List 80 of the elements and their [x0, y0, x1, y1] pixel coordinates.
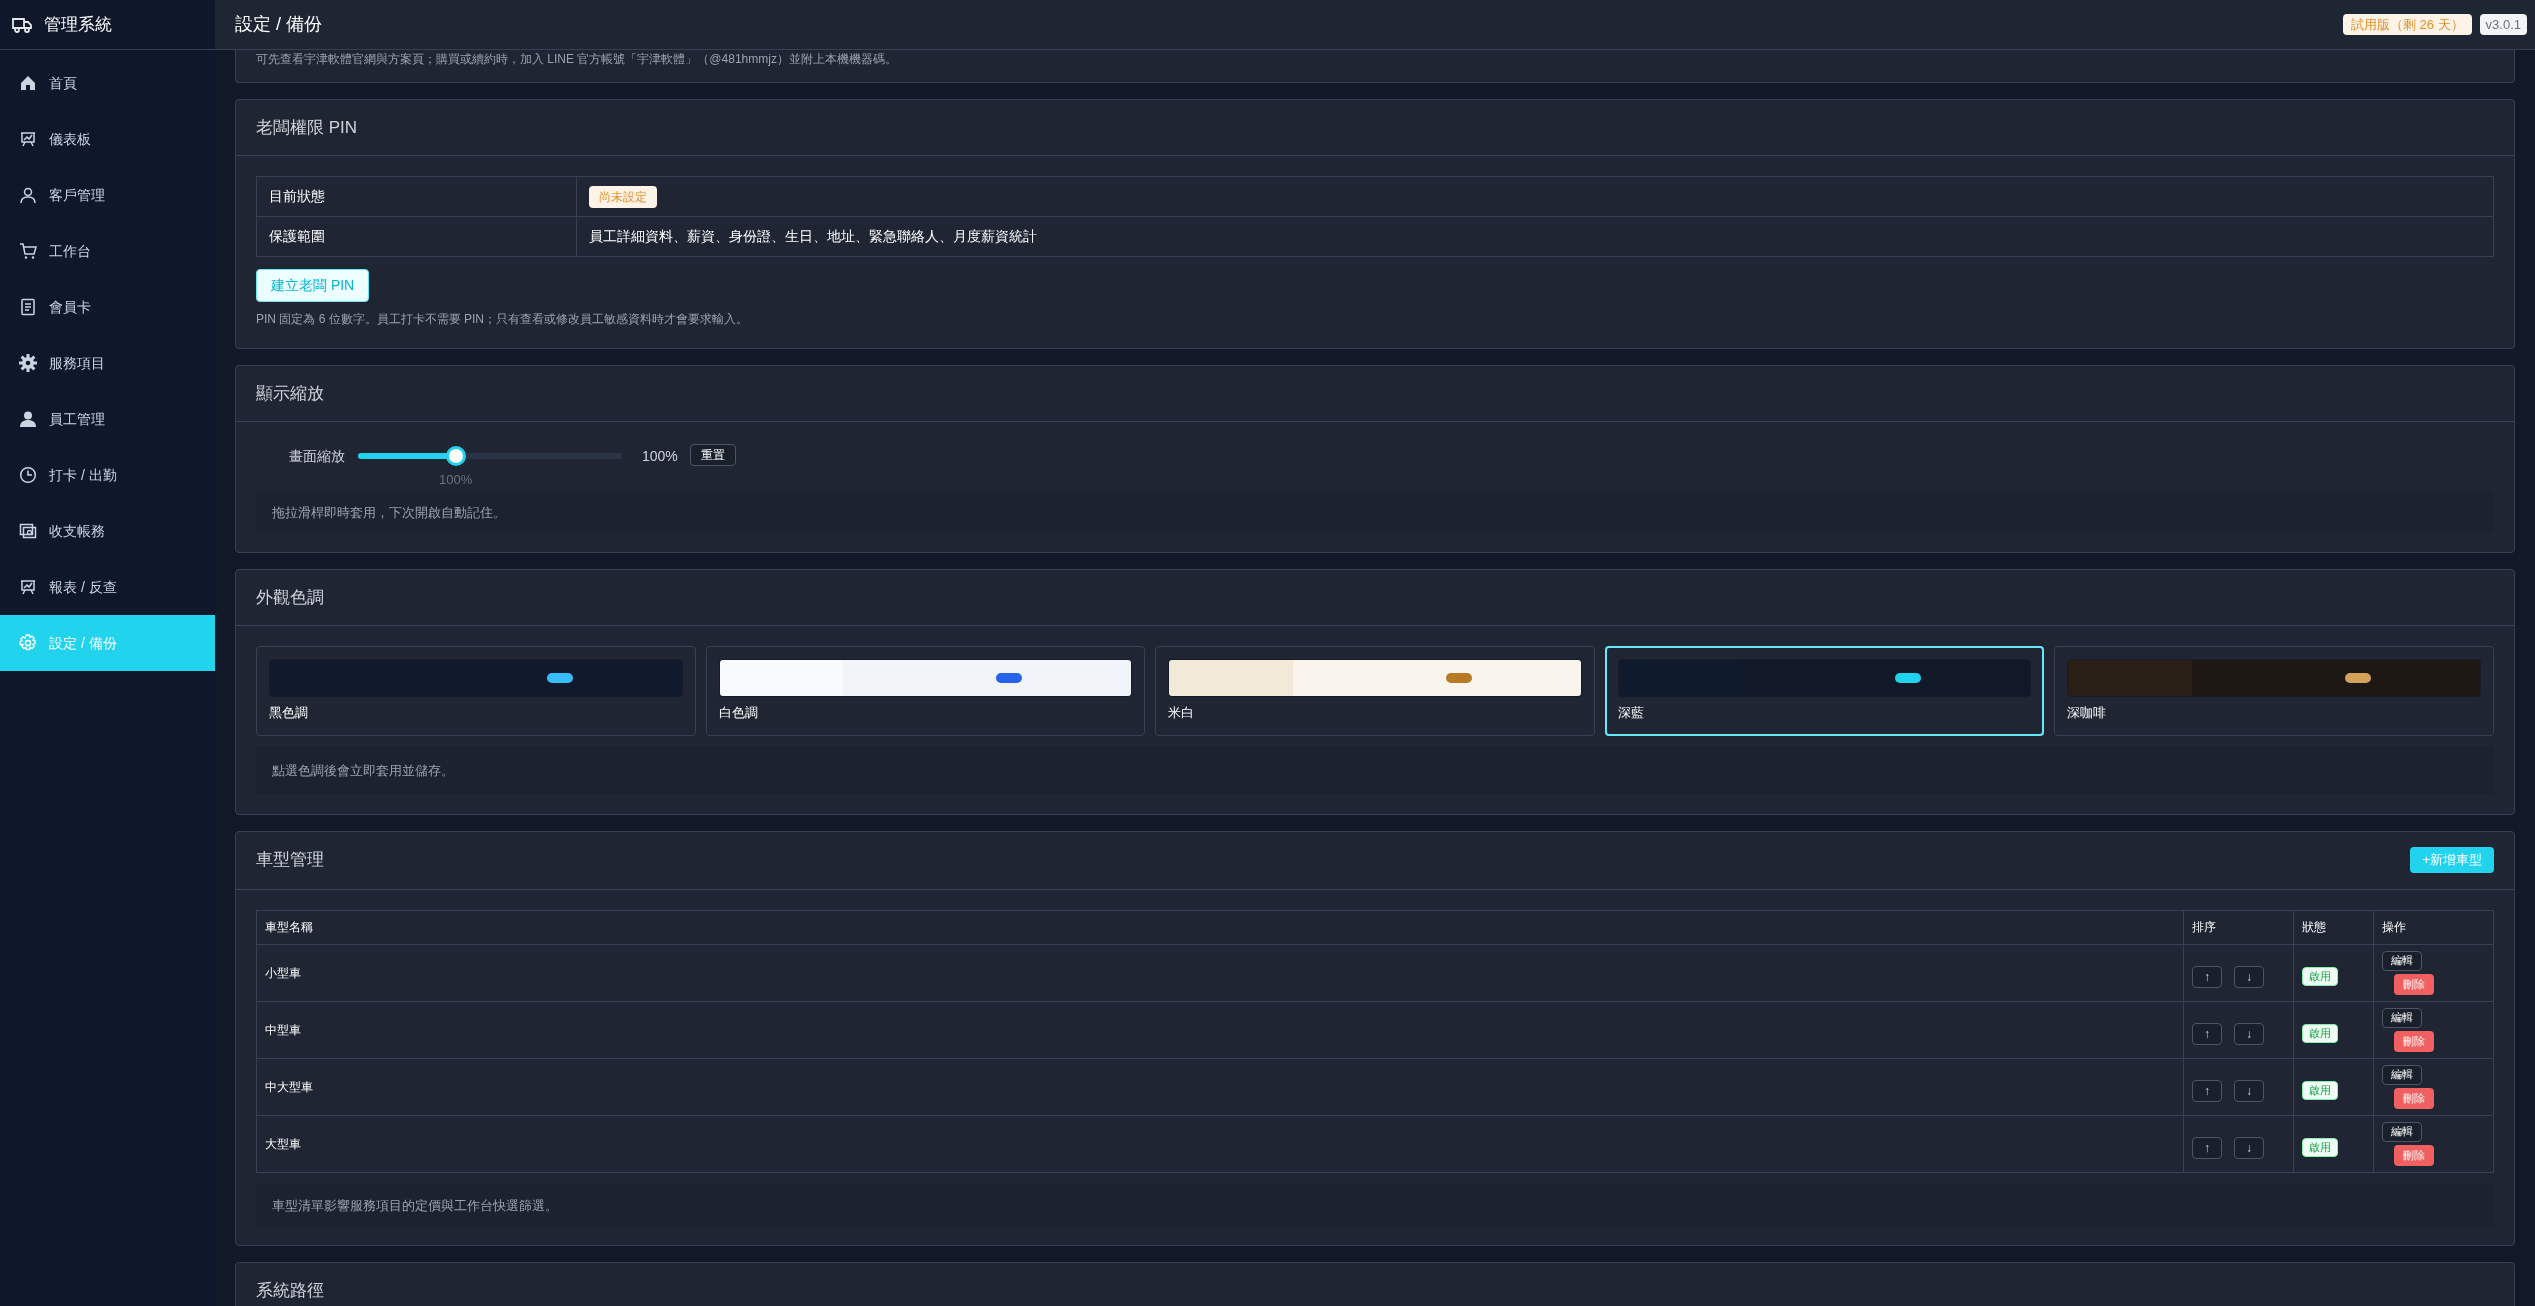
table-cell: 目前狀態 [256, 176, 577, 217]
theme-option[interactable]: 白色調 [705, 646, 1146, 736]
move-up-button[interactable]: ↑ [2192, 1022, 2222, 1045]
table-cell: 中大型車 [256, 1058, 2184, 1115]
app-title: 管理系統 [44, 13, 112, 36]
move-down-button[interactable]: ↓ [2234, 965, 2264, 988]
settings-icon [19, 634, 37, 652]
presentation-board-icon [19, 578, 37, 596]
pin-note: PIN 固定為 6 位數字。員工打卡不需要 PIN；只有查看或修改員工敏感資料時才會要求輸入。 [256, 311, 750, 328]
status-badge: 啟用 [2302, 1081, 2338, 1100]
license-note: 可先查看宇津軟體官網與方案頁；購買或續約時，加入 LINE 官方帳號「宇津軟體」（@481hmmjz）並附上本機機器碼。 [256, 51, 898, 68]
move-up-button[interactable]: ↑ [2192, 965, 2222, 988]
move-down-button[interactable]: ↓ [2234, 1022, 2264, 1045]
vehicle-note: 車型清單影響服務項目的定價與工作台快選篩選。 [272, 1197, 558, 1213]
page-title: 設定 / 備份 [235, 13, 322, 36]
sidebar-item[interactable]: 員工管理 [0, 391, 215, 447]
sidebar-item[interactable]: 會員卡 [0, 279, 215, 335]
move-up-button[interactable]: ↑ [2192, 1079, 2222, 1102]
status-badge: 啟用 [2302, 967, 2338, 986]
table-cell: 小型車 [256, 944, 2184, 1001]
status-badge: 啟用 [2302, 1024, 2338, 1043]
clock-icon [19, 466, 37, 484]
table-cell: 保護範圍 [256, 216, 577, 257]
money-icon [19, 522, 37, 540]
sidebar-item[interactable]: 儀表板 [0, 111, 215, 167]
edit-button[interactable]: 編輯 [2382, 1007, 2422, 1028]
card-title: 外觀色調 [256, 586, 324, 609]
zoom-label: 畫面縮放 [289, 447, 345, 466]
user-icon [19, 186, 37, 204]
move-down-button[interactable]: ↓ [2234, 1079, 2264, 1102]
theme-name: 黑色調 [269, 704, 309, 722]
move-down-button[interactable]: ↓ [2234, 1136, 2264, 1159]
sidebar-item[interactable]: 打卡 / 出勤 [0, 447, 215, 503]
edit-button[interactable]: 編輯 [2382, 1121, 2422, 1142]
user-icon [19, 410, 37, 428]
column-header: 排序 [2183, 910, 2294, 944]
move-up-button[interactable]: ↑ [2192, 1136, 2222, 1159]
sidebar-item[interactable]: 服務項目 [0, 335, 215, 391]
card-title: 顯示縮放 [256, 382, 324, 405]
card-title: 系統路徑 [256, 1279, 324, 1302]
sidebar-item[interactable]: 報表 / 反查 [0, 559, 215, 615]
column-header: 狀態 [2293, 910, 2374, 944]
theme-name: 白色調 [718, 704, 759, 722]
sidebar-item[interactable]: 收支帳務 [0, 503, 215, 559]
card-title: 車型管理 [256, 849, 324, 872]
theme-name: 米白 [1168, 704, 1196, 722]
table-cell: 員工詳細資料、薪資、身份證、生日、地址、緊急聯絡人、月度薪資統計 [576, 216, 2494, 257]
sidebar-item[interactable]: 工作台 [0, 223, 215, 279]
edit-button[interactable]: 編輯 [2382, 950, 2422, 971]
settings-icon [19, 354, 37, 372]
theme-note: 點選色調後會立即套用並儲存。 [272, 762, 454, 778]
zoom-slider[interactable] [358, 444, 622, 468]
document-icon [19, 298, 37, 316]
version-badge: v3.0.1 [2479, 13, 2527, 36]
sidebar-item[interactable]: 首頁 [0, 55, 215, 111]
theme-name: 深咖啡 [2067, 704, 2108, 722]
truck-icon [12, 16, 32, 33]
reset-button[interactable]: 重置 [689, 444, 736, 466]
home-icon [19, 74, 37, 92]
theme-name: 深藍 [1617, 704, 1645, 722]
theme-option[interactable]: 深藍 [1604, 646, 2045, 736]
edit-button[interactable]: 編輯 [2382, 1064, 2422, 1085]
zoom-note: 拖拉滑桿即時套用，下次開啟自動記住。 [272, 505, 506, 520]
trial-badge: 試用版（剩 26 天） [2342, 13, 2472, 36]
thumb-reading: 100% [439, 471, 473, 489]
zoom-reading: 100% [642, 447, 678, 466]
presentation-board-icon [19, 130, 37, 148]
slider-thumb[interactable] [445, 446, 466, 466]
column-header: 車型名稱 [256, 910, 2184, 944]
sidebar-item[interactable]: 客戶管理 [0, 167, 215, 223]
column-header: 操作 [2373, 910, 2494, 944]
table-cell: 大型車 [256, 1115, 2184, 1172]
theme-option[interactable]: 黑色調 [256, 646, 696, 736]
status-badge: 尚未設定 [589, 185, 657, 208]
table-cell: 中型車 [256, 1001, 2184, 1058]
status-badge: 啟用 [2302, 1138, 2338, 1157]
cart-icon [19, 242, 37, 260]
theme-option[interactable]: 米白 [1155, 646, 1595, 736]
theme-option[interactable]: 深咖啡 [2054, 646, 2494, 736]
card-title: 老闆權限 PIN [256, 116, 358, 139]
